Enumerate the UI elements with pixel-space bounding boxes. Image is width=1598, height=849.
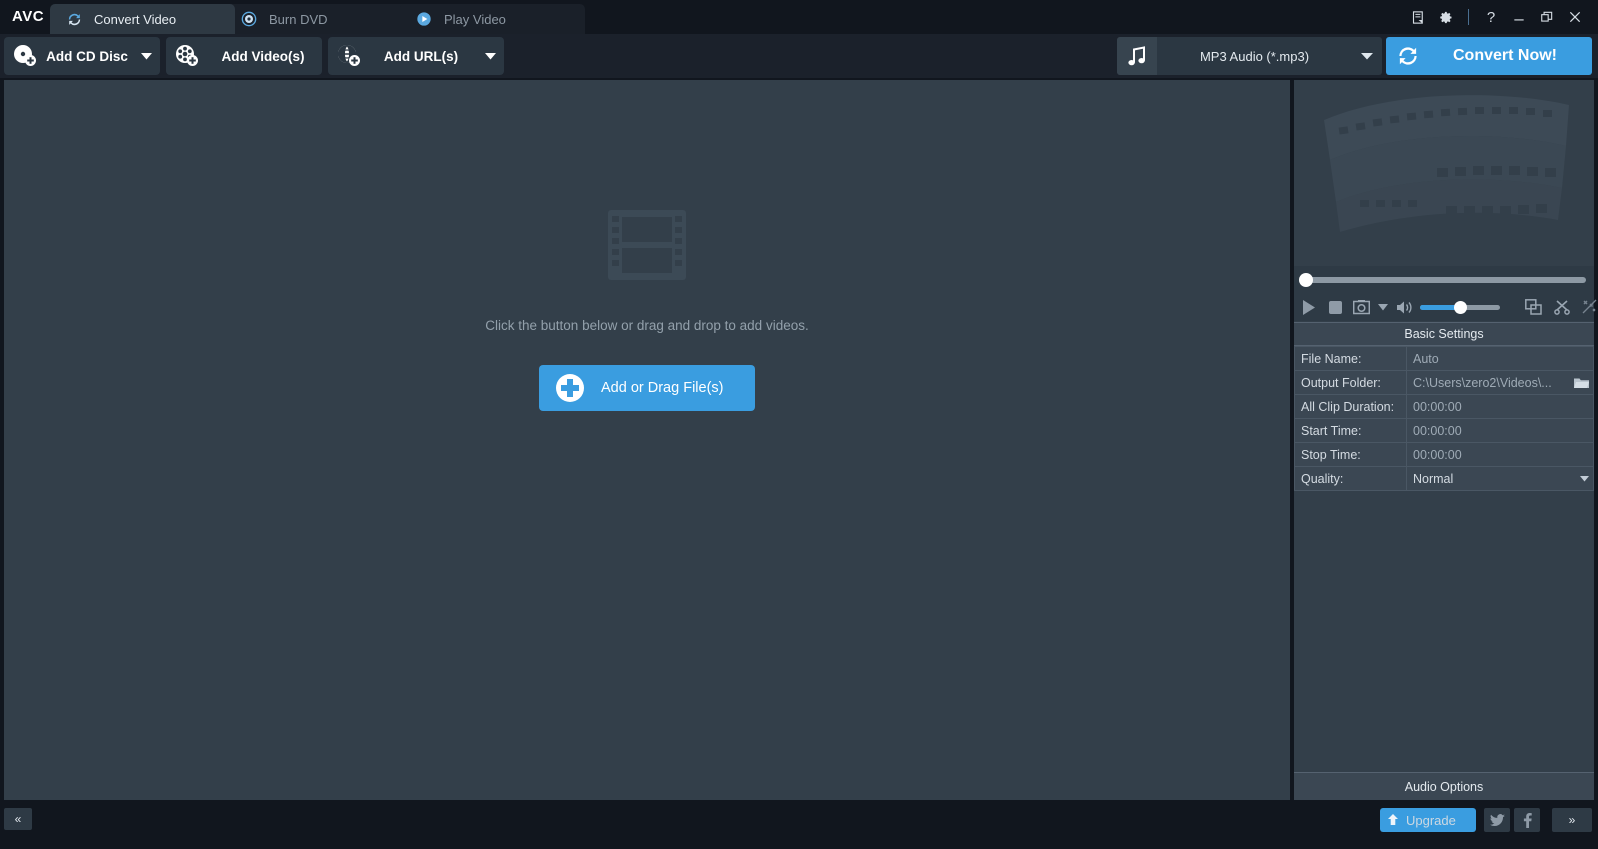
empty-state: Click the button below or drag and drop … (4, 208, 1290, 411)
empty-state-hint: Click the button below or drag and drop … (485, 318, 809, 333)
scissors-icon[interactable] (1548, 293, 1576, 321)
table-row: Start Time: 00:00:00 (1294, 418, 1594, 443)
film-reel-add-icon (170, 37, 204, 75)
button-label: Add or Drag File(s) (601, 380, 724, 396)
chevron-down-icon[interactable] (132, 52, 160, 60)
film-strip-icon (604, 208, 690, 282)
output-format-selector[interactable]: MP3 Audio (*.mp3) (1117, 37, 1382, 75)
add-urls-button[interactable]: Add URL(s) (328, 37, 504, 75)
main-toolbar: Add CD Disc Add Video(s) Add URL(s) MP3 … (0, 34, 1598, 78)
setting-key: Quality: (1294, 466, 1407, 491)
sparkle-icon[interactable] (1576, 293, 1598, 321)
tab-play-video[interactable]: Play Video (400, 4, 585, 34)
crop-button[interactable] (1518, 293, 1548, 321)
collapse-panel-button[interactable]: « (4, 808, 32, 830)
tab-label: Play Video (444, 11, 506, 27)
tab-label: Convert Video (94, 11, 177, 27)
setting-key: Start Time: (1294, 418, 1407, 443)
titlebar-divider (1468, 9, 1469, 25)
setting-value-stop-time[interactable]: 00:00:00 (1406, 442, 1594, 467)
music-note-icon (1117, 37, 1157, 75)
stop-button[interactable] (1322, 293, 1348, 321)
chevron-down-icon[interactable] (476, 52, 504, 60)
window-controls: ? (1405, 0, 1588, 34)
setting-key: File Name: (1294, 346, 1407, 371)
volume-slider[interactable] (1420, 300, 1500, 314)
snapshot-button[interactable] (1348, 293, 1374, 321)
up-arrow-icon (1380, 813, 1406, 827)
button-label: Convert Now! (1453, 47, 1557, 64)
expand-panel-button[interactable]: » (1552, 808, 1592, 832)
convert-arrows-icon (1386, 43, 1430, 69)
setting-key: Stop Time: (1294, 442, 1407, 467)
folder-browse-icon[interactable] (1574, 377, 1589, 389)
speaker-icon[interactable] (1392, 293, 1418, 321)
output-folder-path: C:\Users\zero2\Videos\... (1413, 375, 1552, 390)
video-preview[interactable] (1294, 80, 1594, 265)
add-or-drag-files-button[interactable]: Add or Drag File(s) (539, 365, 755, 411)
setting-value-quality[interactable]: Normal (1406, 466, 1594, 491)
tab-label: Burn DVD (269, 11, 328, 27)
audio-options-button[interactable]: Audio Options (1294, 772, 1594, 800)
chevron-down-icon[interactable] (1352, 52, 1382, 60)
seek-handle[interactable] (1299, 273, 1313, 287)
tab-burn-dvd[interactable]: Burn DVD (225, 4, 410, 34)
table-row: Stop Time: 00:00:00 (1294, 442, 1594, 467)
plus-circle-icon (539, 372, 601, 404)
button-label: Add CD Disc (46, 48, 128, 64)
button-label: Add URL(s) (383, 48, 459, 64)
settings-gear-icon[interactable] (1433, 4, 1459, 30)
table-row: Output Folder: C:\Users\zero2\Videos\... (1294, 370, 1594, 395)
log-icon[interactable] (1405, 4, 1431, 30)
basic-settings-header: Basic Settings (1294, 322, 1594, 346)
basic-settings-table: File Name: Auto Output Folder: C:\Users\… (1294, 346, 1594, 491)
help-icon[interactable]: ? (1478, 4, 1504, 30)
setting-value-start-time[interactable]: 00:00:00 (1406, 418, 1594, 443)
twitter-icon[interactable] (1484, 808, 1510, 832)
table-row: All Clip Duration: 00:00:00 (1294, 394, 1594, 419)
setting-key: All Clip Duration: (1294, 394, 1407, 419)
status-bar: « Upgrade » (0, 803, 1598, 849)
volume-handle[interactable] (1454, 300, 1467, 314)
close-icon[interactable] (1562, 4, 1588, 30)
tab-convert-video[interactable]: Convert Video (50, 4, 235, 34)
convert-now-button[interactable]: Convert Now! (1386, 37, 1592, 75)
video-list-area[interactable]: Click the button below or drag and drop … (4, 80, 1290, 800)
play-button[interactable] (1294, 293, 1322, 321)
play-circle-icon (414, 9, 434, 29)
setting-key: Output Folder: (1294, 370, 1407, 395)
format-value: MP3 Audio (*.mp3) (1199, 48, 1310, 64)
setting-value-all-clip-duration: 00:00:00 (1406, 394, 1594, 419)
film-strip-watermark (1324, 95, 1569, 232)
upgrade-button[interactable]: Upgrade (1380, 808, 1476, 832)
right-panel: Basic Settings File Name: Auto Output Fo… (1294, 80, 1597, 800)
add-videos-button[interactable]: Add Video(s) (166, 37, 322, 75)
seek-bar-row (1294, 266, 1594, 294)
table-row: File Name: Auto (1294, 346, 1594, 371)
globe-add-icon (332, 37, 366, 75)
button-label: Add Video(s) (221, 48, 305, 64)
social-links (1484, 808, 1540, 832)
title-bar: AVC Convert Video Burn DVD Play Video ? (0, 0, 1598, 34)
player-control-bar (1294, 293, 1597, 321)
setting-value-file-name[interactable]: Auto (1406, 346, 1594, 371)
disc-icon (239, 9, 259, 29)
cd-add-icon (8, 37, 42, 75)
restore-icon[interactable] (1534, 4, 1560, 30)
setting-value-output-folder[interactable]: C:\Users\zero2\Videos\... (1406, 370, 1594, 395)
quality-value: Normal (1413, 471, 1454, 486)
facebook-icon[interactable] (1514, 808, 1540, 832)
convert-arrows-icon (64, 9, 84, 29)
seek-slider[interactable] (1299, 273, 1586, 287)
add-cd-disc-button[interactable]: Add CD Disc (4, 37, 160, 75)
button-label: Upgrade (1406, 812, 1456, 828)
minimize-icon[interactable] (1506, 4, 1532, 30)
chevron-down-icon[interactable] (1374, 293, 1392, 321)
chevron-down-icon[interactable] (1580, 475, 1589, 482)
app-logo: AVC (12, 8, 45, 25)
table-row: Quality: Normal (1294, 466, 1594, 491)
